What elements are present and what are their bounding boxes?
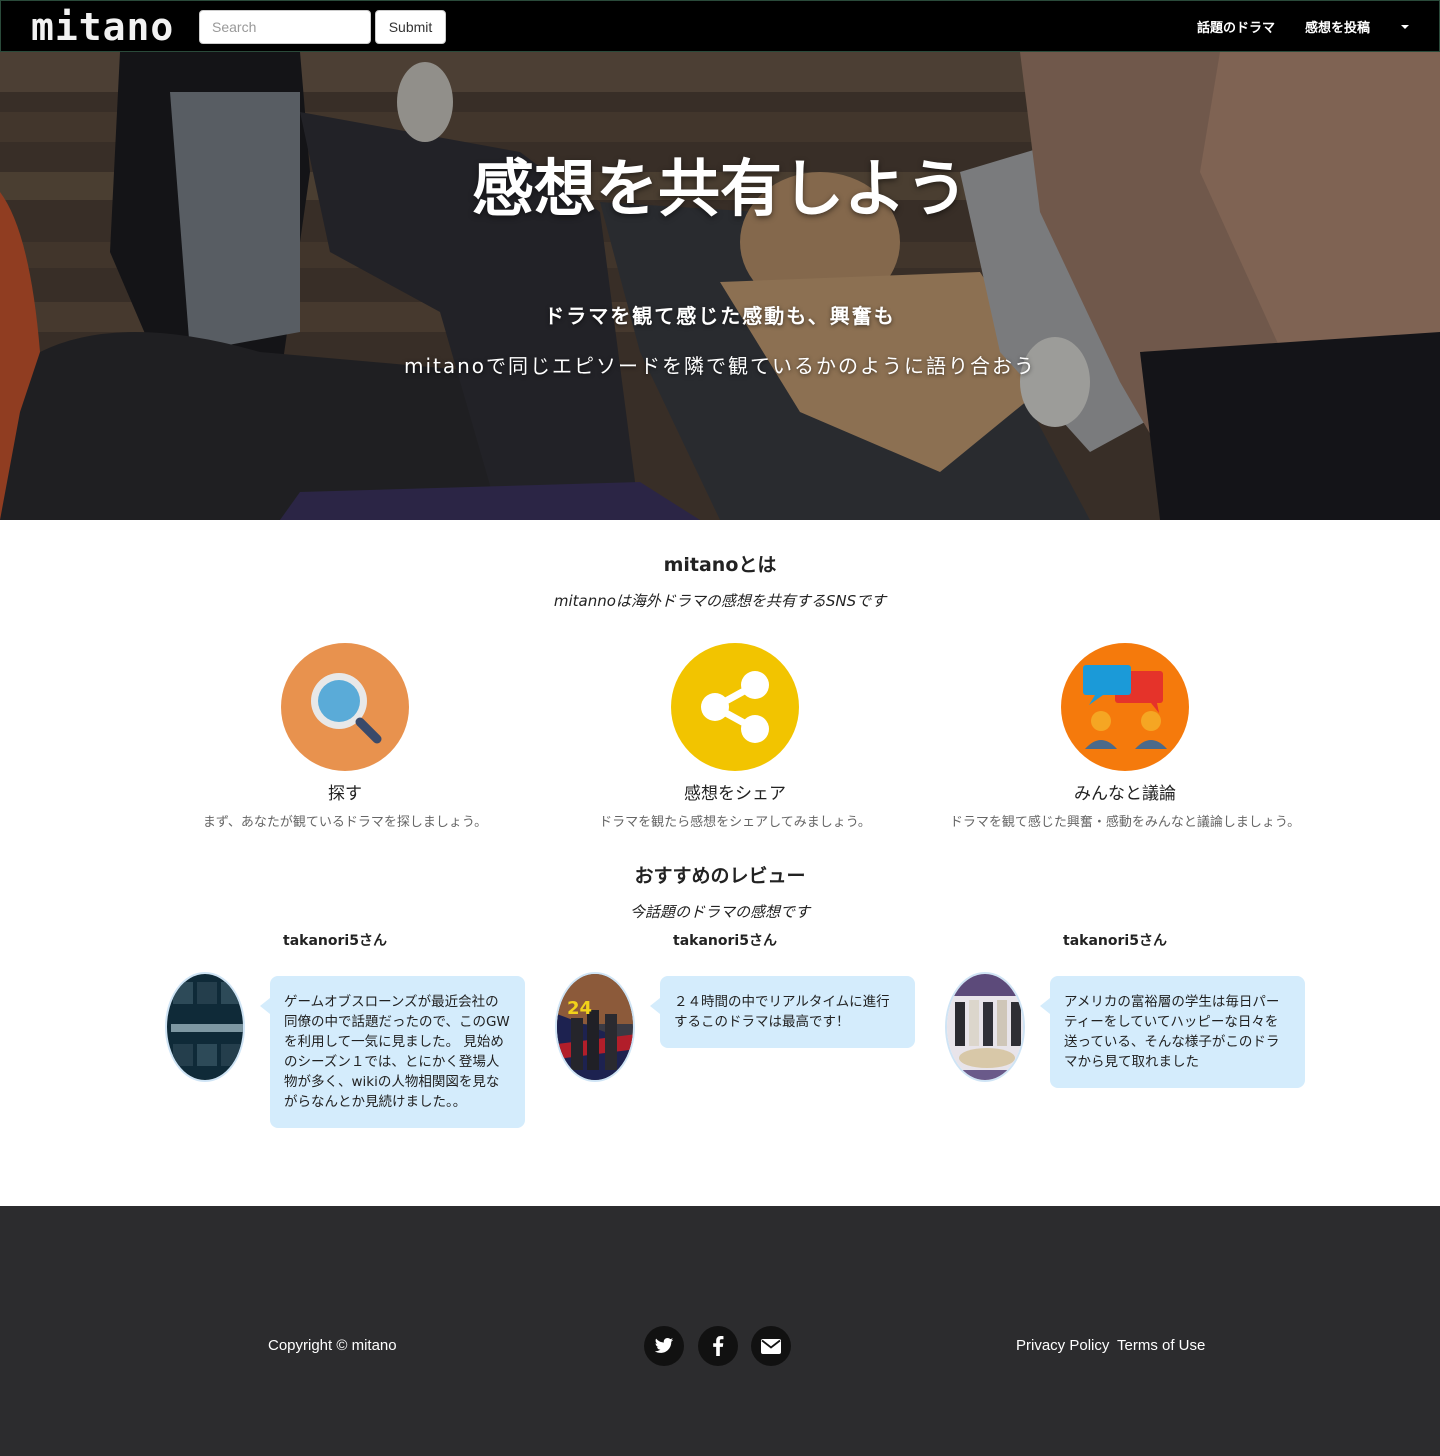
gossip-girl-poster[interactable] — [945, 972, 1025, 1082]
reviews-subtitle: 今話題のドラマの感想です — [629, 903, 810, 921]
hero-banner: 感想を共有しよう ドラマを観て感じた感動も、興奮も mitanoで同じエピソード… — [0, 52, 1440, 520]
site-logo[interactable]: mitano — [31, 5, 174, 49]
hero-tagline-1: ドラマを観て感じた感動も、興奮も — [544, 304, 896, 328]
review-bubble: ゲームオブスローンズが最近会社の同僚の中で話題だったので、このGWを利用して一気… — [260, 976, 525, 1128]
feature-description: ドラマを観たら感想をシェアしてみましょう。 — [599, 815, 871, 830]
feature-title: 感想をシェア — [684, 784, 786, 804]
hero-overlay — [0, 52, 1440, 520]
feature-description: ドラマを観て感じた興奮・感動をみんなと議論しましょう。 — [949, 815, 1301, 830]
share-icon — [671, 643, 799, 771]
dropdown-caret-icon[interactable] — [1401, 25, 1409, 29]
feature-title: みんなと議論 — [1074, 784, 1176, 804]
submit-button[interactable]: Submit — [375, 10, 446, 44]
copyright-text: Copyright © mitano — [268, 1337, 397, 1354]
feature-search: 探す まず、あなたが観ているドラマを探しましょう。 — [150, 643, 540, 833]
terms-of-use-link[interactable]: Terms of Use — [1117, 1337, 1205, 1354]
facebook-icon[interactable] — [698, 1326, 738, 1366]
navbar: mitano Submit 話題のドラマ 感想を投稿 — [0, 0, 1440, 52]
review-card: takanori5さん ゲームオブスローンズが最近会社の同僚の中で話題だったので… — [155, 930, 545, 1140]
review-bubble: アメリカの富裕層の学生は毎日パーティーをしていてハッピーな日々を送っている、そん… — [1040, 976, 1305, 1088]
about-title: mitanoとは — [663, 554, 777, 576]
svg-text:24: 24 — [567, 998, 592, 1019]
reviewer-name[interactable]: takanori5さん — [935, 930, 1295, 950]
twitter-icon[interactable] — [644, 1326, 684, 1366]
reviews-title: おすすめのレビュー — [634, 865, 806, 887]
discussion-icon — [1061, 643, 1189, 771]
privacy-policy-link[interactable]: Privacy Policy — [1016, 1337, 1109, 1354]
feature-title: 探す — [328, 784, 362, 804]
nav-link-post-review[interactable]: 感想を投稿 — [1305, 17, 1370, 36]
feature-discussion: みんなと議論 ドラマを観て感じた興奮・感動をみんなと議論しましょう。 — [930, 643, 1320, 833]
search-icon — [281, 643, 409, 771]
search-input[interactable] — [199, 10, 371, 44]
review-card: takanori5さん アメリカの富裕層の学生は毎日パーティーをしていてハッピー… — [935, 930, 1325, 1140]
24-poster[interactable]: 24 — [555, 972, 635, 1082]
footer: Copyright © mitano Privacy Policy Terms … — [0, 1206, 1440, 1456]
game-of-thrones-poster[interactable] — [165, 972, 245, 1082]
feature-share: 感想をシェア ドラマを観たら感想をシェアしてみましょう。 — [540, 643, 930, 833]
review-bubble: ２４時間の中でリアルタイムに進行するこのドラマは最高です！ — [650, 976, 915, 1048]
nav-link-trending-dramas[interactable]: 話題のドラマ — [1197, 17, 1275, 36]
about-subtitle: mitannoは海外ドラマの感想を共有するSNSです — [553, 592, 887, 610]
envelope-icon[interactable] — [751, 1326, 791, 1366]
hero-title: 感想を共有しよう — [471, 152, 968, 225]
reviewer-name[interactable]: takanori5さん — [545, 930, 905, 950]
hero-tagline-2: mitanoで同じエピソードを隣で観ているかのように語り合おう — [403, 354, 1037, 378]
review-card: takanori5さん 24 ２４時間の中でリアルタイムに進行するこのドラマは最… — [545, 930, 935, 1140]
reviewer-name[interactable]: takanori5さん — [155, 930, 515, 950]
feature-description: まず、あなたが観ているドラマを探しましょう。 — [202, 815, 488, 830]
